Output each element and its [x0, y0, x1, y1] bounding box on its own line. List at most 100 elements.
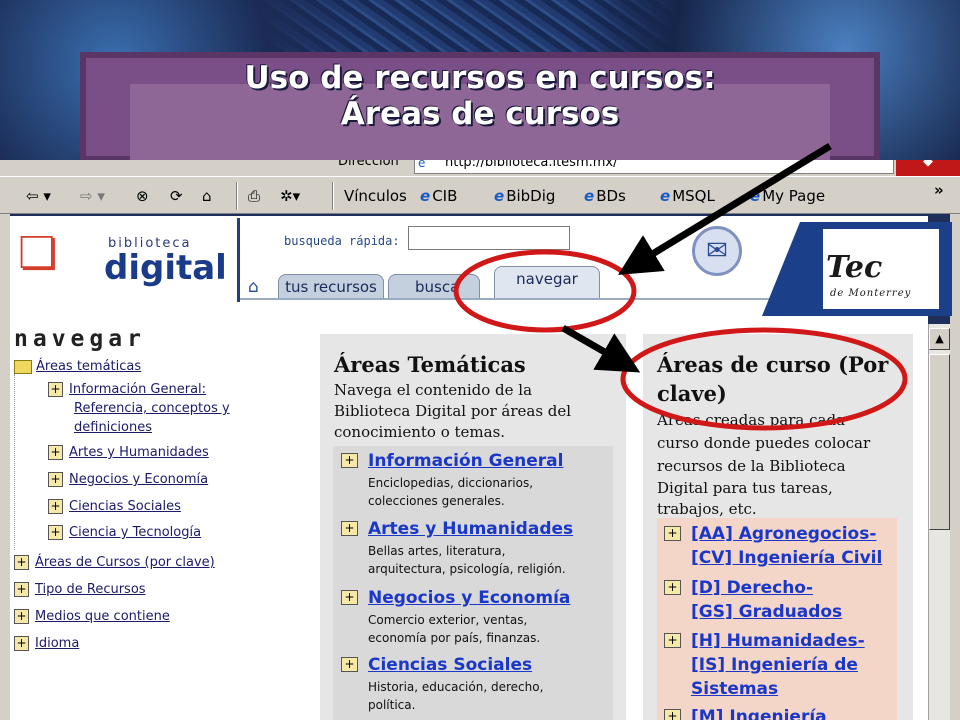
cursos-heading-1: Áreas de curso (Por	[657, 352, 889, 377]
home-tab-icon[interactable]: ⌂	[248, 277, 259, 297]
tree-root-areas-tematicas[interactable]: Áreas temáticas	[14, 357, 141, 376]
slide-title-line-1: Uso de recursos en cursos:	[244, 60, 716, 96]
link-humanidades[interactable]: [H] Humanidades-	[691, 631, 865, 651]
page-favicon-icon: e	[418, 160, 426, 170]
link-ciencias-sociales[interactable]: Ciencias Sociales	[368, 655, 532, 675]
item-desc: Enciclopedias, diccionarios,	[368, 476, 534, 490]
quick-search-label: busqueda rápida:	[284, 234, 400, 248]
tree-item-negocios-economia[interactable]: + Negocios y Economía	[48, 470, 208, 489]
link-my-page-label: My Page	[762, 187, 826, 205]
expand-icon[interactable]: +	[341, 657, 358, 672]
tree-item-label-cont[interactable]: Referencia, conceptos y	[74, 399, 230, 418]
link-agronegocios[interactable]: [AA] Agronegocios-	[691, 524, 876, 544]
tree-item-label-cont[interactable]: definiciones	[74, 418, 152, 437]
open-folder-icon	[14, 359, 32, 374]
link-ingenieria-sistemas-cont[interactable]: Sistemas	[691, 679, 778, 699]
link-graduados[interactable]: [GS] Graduados	[691, 602, 842, 622]
tree-folder-areas-de-cursos[interactable]: + Áreas de Cursos (por clave)	[14, 553, 215, 572]
refresh-icon[interactable]: ⟳	[170, 183, 183, 209]
address-input[interactable]: http://biblioteca.itesm.mx/	[414, 160, 894, 174]
tree-item-ciencias-sociales[interactable]: + Ciencias Sociales	[48, 497, 181, 516]
tab-bar-underline	[240, 298, 800, 300]
tree-item-label: definiciones	[74, 420, 153, 435]
tree-item-label: Referencia, conceptos y	[74, 401, 230, 416]
vertical-scrollbar[interactable]: ▲	[928, 324, 950, 720]
ie-page-icon: e	[420, 187, 431, 205]
expand-icon: +	[14, 636, 29, 651]
link-bds[interactable]: e BDs	[584, 183, 626, 209]
tree-folder-idioma[interactable]: + Idioma	[14, 634, 79, 653]
link-artes-humanidades[interactable]: Artes y Humanidades	[368, 519, 573, 539]
expand-icon: +	[14, 582, 29, 597]
link-bibdig[interactable]: e BibDig	[494, 183, 555, 209]
tree-item-informacion-general[interactable]: + Información General:	[48, 380, 206, 399]
item-desc: política.	[368, 698, 416, 712]
link-ingenieria-civil[interactable]: [CV] Ingeniería Civil	[691, 548, 882, 568]
scroll-up-icon[interactable]: ▲	[929, 328, 950, 350]
link-derecho[interactable]: [D] Derecho-	[691, 578, 813, 598]
link-msql-label: MSQL	[672, 187, 715, 205]
address-label: Dirección	[338, 160, 399, 169]
expand-icon[interactable]: +	[341, 590, 358, 605]
tree-folder-medios[interactable]: + Medios que contiene	[14, 607, 170, 626]
link-informacion-general[interactable]: Información General	[368, 451, 563, 471]
item-desc: economía por país, finanzas.	[368, 631, 541, 645]
tab-tus-recursos[interactable]: tus recursos	[278, 274, 384, 300]
print-icon[interactable]: ⎙	[248, 183, 260, 209]
tab-busca[interactable]: busca	[388, 274, 480, 300]
back-icon[interactable]: ⇦ ▾	[26, 183, 51, 209]
forward-icon[interactable]: ⇨ ▾	[80, 183, 105, 209]
books-logo-icon: ❏	[18, 228, 58, 279]
tree-item-ciencia-tecnologia[interactable]: + Ciencia y Tecnología	[48, 523, 201, 542]
toolbar-divider	[236, 182, 238, 210]
address-bar: Dirección http://biblioteca.itesm.mx/ e …	[0, 160, 960, 176]
link-my-page[interactable]: e My Page	[750, 183, 825, 209]
expand-icon: +	[48, 499, 63, 514]
tree-folder-label: Áreas de Cursos (por clave)	[35, 555, 215, 570]
mail-icon[interactable]: ✉	[692, 226, 742, 276]
toolbar-more-icon[interactable]: »	[934, 177, 944, 203]
ie-page-icon: e	[750, 187, 761, 205]
expand-icon[interactable]: +	[341, 453, 358, 468]
nav-title: navegar	[14, 326, 146, 352]
link-cib[interactable]: e CIB	[420, 183, 457, 209]
expand-icon: +	[14, 609, 29, 624]
ie-page-icon: e	[584, 187, 595, 205]
expand-icon: +	[14, 555, 29, 570]
link-negocios-economia[interactable]: Negocios y Economía	[368, 588, 570, 608]
expand-icon[interactable]: +	[664, 526, 681, 541]
tree-item-label: Artes y Humanidades	[69, 445, 209, 460]
translate-icon[interactable]: ✲▾	[280, 183, 300, 209]
tree-item-label: Ciencias Sociales	[69, 499, 181, 514]
toolbar-divider	[332, 182, 334, 210]
tree-item-label: Negocios y Economía	[69, 472, 209, 487]
expand-icon[interactable]: +	[664, 633, 681, 648]
tree-folder-tipo-de-recursos[interactable]: + Tipo de Recursos	[14, 580, 146, 599]
expand-icon: +	[48, 382, 63, 397]
tab-navegar[interactable]: navegar	[494, 266, 600, 300]
slide-title: Uso de recursos en cursos: Áreas de curs…	[0, 60, 960, 132]
tematicas-intro-1: Navega el contenido de la	[334, 381, 533, 399]
tree-item-artes-humanidades[interactable]: + Artes y Humanidades	[48, 443, 209, 462]
link-msql[interactable]: e MSQL	[660, 183, 715, 209]
expand-icon: +	[48, 472, 63, 487]
go-button[interactable]: ◆	[896, 160, 960, 176]
logo-big-text: digital	[104, 248, 227, 288]
expand-icon[interactable]: +	[341, 521, 358, 536]
expand-icon[interactable]: +	[664, 580, 681, 595]
window-left-edge	[0, 214, 10, 720]
scroll-thumb[interactable]	[929, 354, 950, 530]
quick-search-input[interactable]	[408, 226, 570, 250]
stop-icon[interactable]: ⊗	[136, 183, 149, 209]
item-desc: arquitectura, psicología, religión.	[368, 562, 566, 576]
expand-icon[interactable]: +	[664, 709, 681, 720]
link-ingenieria-sistemas[interactable]: [IS] Ingeniería de	[691, 655, 858, 675]
links-label: Vínculos	[344, 187, 407, 205]
link-ingenieria[interactable]: [M] Ingeniería	[691, 707, 827, 720]
tree-guide-line	[14, 374, 36, 550]
slide: Uso de recursos en cursos: Áreas de curs…	[0, 0, 960, 720]
expand-icon: +	[48, 525, 63, 540]
cursos-intro-2: curso donde puedes colocar	[657, 434, 871, 452]
home-icon[interactable]: ⌂	[202, 183, 212, 209]
cursos-intro-3: recursos de la Biblioteca	[657, 457, 846, 475]
